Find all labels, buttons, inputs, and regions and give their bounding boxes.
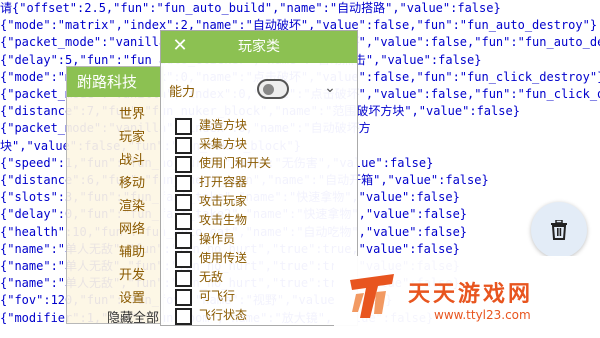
menu-item-render[interactable]: 渲染	[119, 195, 145, 214]
category-menu-panel: 跗路科技 世界 玩家 战斗 移动 渲染 网络 辅助 开发 设置 隐藏全部	[66, 66, 164, 326]
option-label: 建造方块	[199, 118, 248, 132]
checkbox[interactable]	[175, 270, 192, 287]
ability-toggle[interactable]	[257, 79, 289, 99]
section-label: 能力	[169, 85, 196, 100]
option-label: 攻击玩家	[199, 194, 248, 208]
checkbox[interactable]	[175, 308, 192, 325]
trash-icon	[551, 220, 567, 240]
option-label: 飞行状态	[199, 308, 248, 322]
menu-item-assist[interactable]: 辅助	[119, 241, 145, 260]
site-logo	[350, 274, 394, 318]
delete-button[interactable]	[531, 202, 587, 258]
menu-item-movement[interactable]: 移动	[119, 172, 145, 191]
option-label: 打开容器	[199, 175, 248, 189]
chevron-down-icon[interactable]: ⌄	[321, 79, 339, 97]
checkbox[interactable]	[175, 175, 192, 192]
watermark-title: 天天游戏网	[408, 282, 534, 307]
option-label: 攻击生物	[199, 213, 248, 227]
menu-title: 跗路科技	[67, 67, 163, 97]
checkbox[interactable]	[175, 289, 192, 306]
option-label: 使用传送	[199, 251, 248, 265]
option-label: 使用门和开关	[199, 156, 272, 170]
option-label: 操作员	[199, 232, 236, 246]
menu-item-settings[interactable]: 设置	[119, 287, 145, 306]
menu-item-network[interactable]: 网络	[119, 218, 145, 237]
menu-item-world[interactable]: 世界	[119, 103, 145, 122]
checkbox[interactable]	[175, 232, 192, 249]
menu-item-player[interactable]: 玩家	[119, 126, 145, 145]
checkbox[interactable]	[175, 251, 192, 268]
toggle-knob	[263, 84, 274, 95]
hide-all-button[interactable]: 隐藏全部	[107, 307, 159, 326]
menu-item-develop[interactable]: 开发	[119, 264, 145, 283]
close-icon[interactable]: ✕	[169, 35, 191, 57]
player-panel: 玩家类 ✕ 能力 ⌄ 建造方块 采集方块 使用门和开关 打开容器 攻击玩家 攻击…	[160, 30, 358, 326]
option-label: 采集方块	[199, 137, 248, 151]
option-label: 无敌	[199, 270, 224, 284]
site-watermark: 天天游戏网 www.ttyl23.com	[334, 256, 600, 338]
checkbox[interactable]	[175, 156, 192, 173]
menu-item-combat[interactable]: 战斗	[119, 149, 145, 168]
checkbox[interactable]	[175, 137, 192, 154]
watermark-url: www.ttyl23.com	[434, 308, 531, 322]
option-label: 可飞行	[199, 289, 236, 303]
checkbox[interactable]	[175, 194, 192, 211]
checkbox[interactable]	[175, 118, 192, 135]
checkbox[interactable]	[175, 213, 192, 230]
code-line: 请{"offset":2.5,"fun":"fun_auto_build","n…	[0, 1, 501, 15]
